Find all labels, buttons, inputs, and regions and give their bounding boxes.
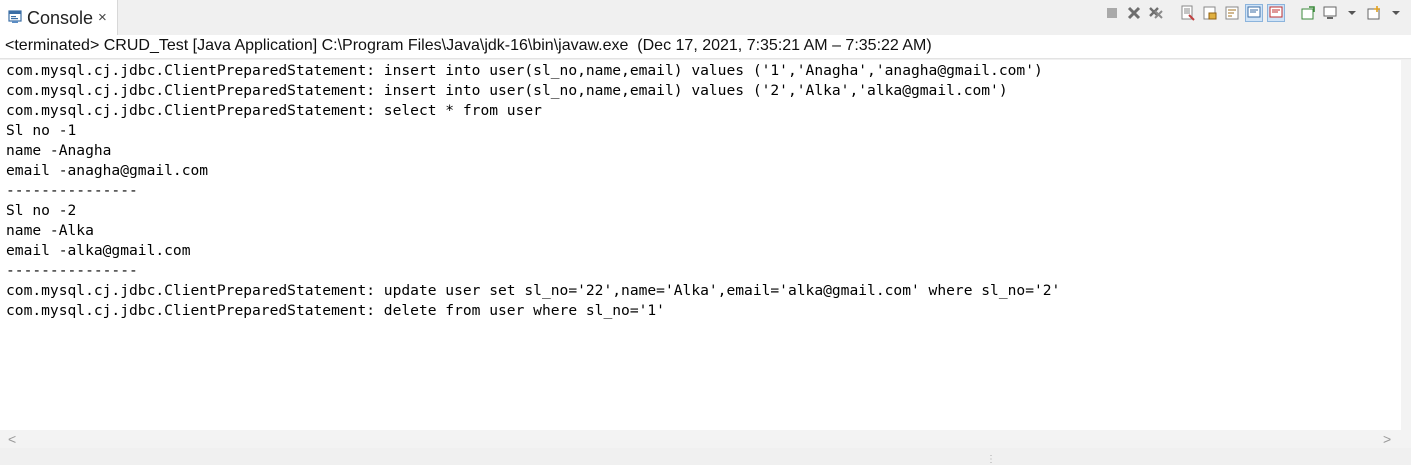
console-line: --------------- xyxy=(6,262,138,279)
close-icon[interactable]: × xyxy=(98,9,107,26)
scroll-lock-icon[interactable] xyxy=(1201,4,1219,22)
word-wrap-icon[interactable] xyxy=(1223,4,1241,22)
console-line: name -Alka xyxy=(6,222,94,239)
console-output[interactable]: com.mysql.cj.jdbc.ClientPreparedStatemen… xyxy=(0,60,1401,430)
launch-status-bar: <terminated> CRUD_Test [Java Application… xyxy=(0,35,1411,59)
clear-console-icon[interactable] xyxy=(1179,4,1197,22)
console-line: email -anagha@gmail.com xyxy=(6,162,209,179)
view-tab-bar: Console × xyxy=(0,0,1411,35)
resize-grip-icon[interactable]: ⋮ xyxy=(986,454,996,465)
console-icon xyxy=(8,10,22,24)
remove-launch-icon[interactable] xyxy=(1125,4,1143,22)
display-selected-console-icon[interactable] xyxy=(1321,4,1339,22)
console-line: name -Anagha xyxy=(6,142,112,159)
open-console-icon[interactable] xyxy=(1365,4,1383,22)
bottom-bar: ⋮ xyxy=(0,448,1411,465)
console-line: com.mysql.cj.jdbc.ClientPreparedStatemen… xyxy=(6,62,1043,79)
console-line: email -alka@gmail.com xyxy=(6,242,191,259)
remove-all-terminated-icon[interactable] xyxy=(1147,4,1165,22)
console-line: com.mysql.cj.jdbc.ClientPreparedStatemen… xyxy=(6,102,542,119)
console-tab[interactable]: Console × xyxy=(0,0,118,35)
console-line: --------------- xyxy=(6,182,138,199)
console-line: com.mysql.cj.jdbc.ClientPreparedStatemen… xyxy=(6,82,1008,99)
show-on-stderr-icon[interactable] xyxy=(1267,4,1285,22)
horizontal-scrollbar[interactable]: < > xyxy=(0,430,1411,448)
console-line: Sl no -1 xyxy=(6,122,77,139)
scroll-right-icon[interactable]: > xyxy=(1383,431,1391,447)
console-line: Sl no -2 xyxy=(6,202,77,219)
scroll-left-icon[interactable]: < xyxy=(8,431,16,447)
launch-status-text: <terminated> CRUD_Test [Java Application… xyxy=(5,37,932,54)
console-line: com.mysql.cj.jdbc.ClientPreparedStatemen… xyxy=(6,282,1061,299)
console-tab-label: Console xyxy=(27,8,94,28)
pin-console-icon[interactable] xyxy=(1299,4,1317,22)
chevron-down-icon[interactable] xyxy=(1343,4,1361,22)
vertical-scrollbar[interactable] xyxy=(1401,60,1411,430)
show-on-stdout-icon[interactable] xyxy=(1245,4,1263,22)
console-toolbar xyxy=(1103,4,1405,22)
view-menu-icon[interactable] xyxy=(1387,4,1405,22)
terminate-icon[interactable] xyxy=(1103,4,1121,22)
console-line: com.mysql.cj.jdbc.ClientPreparedStatemen… xyxy=(6,302,665,319)
